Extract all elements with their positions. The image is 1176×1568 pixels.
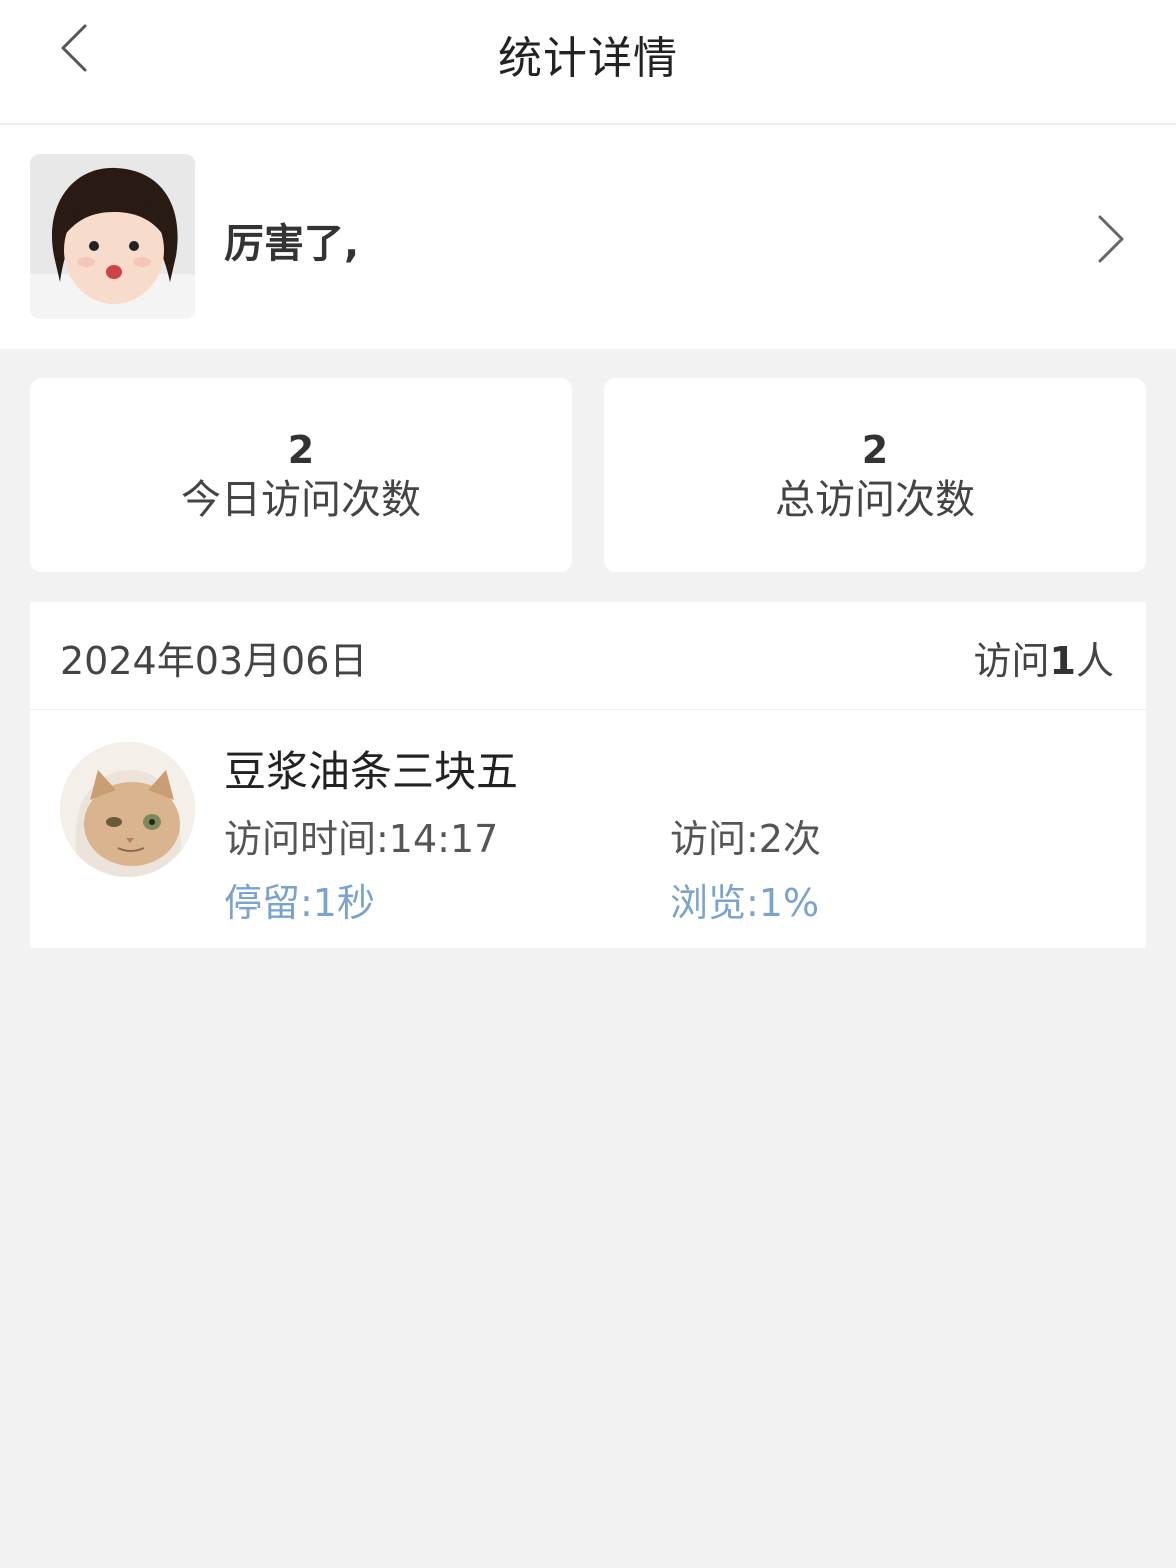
visit-time: 访问时间:14:17 (224, 817, 499, 861)
visitor-count-prefix: 访问 (973, 639, 1050, 683)
stat-value-total: 2 (861, 428, 889, 472)
visitor-count-value: 1 (1049, 639, 1076, 683)
stat-card-total: 2 总访问次数 (604, 378, 1146, 572)
visitor-avatar (60, 742, 195, 877)
page-title: 统计详情 (498, 33, 678, 84)
visit-date: 2024年03月06日 (60, 639, 368, 683)
visitor-count-suffix: 人 (1075, 639, 1114, 683)
visit-times: 访问:2次 (670, 817, 821, 861)
date-header: 2024年03月06日 访问1人 (30, 602, 1146, 710)
profile-row[interactable]: 厉害了, (0, 125, 1176, 349)
stat-card-today: 2 今日访问次数 (30, 378, 572, 572)
stat-value-today: 2 (287, 428, 315, 472)
profile-avatar (30, 154, 195, 319)
visitor-name: 豆浆油条三块五 (224, 747, 519, 796)
browse-percent: 浏览:1% (670, 881, 820, 925)
visit-list-panel: 2024年03月06日 访问1人 豆浆油条三块五 访问时间:14:17 访问:2… (30, 602, 1146, 948)
profile-name: 厉害了, (224, 221, 360, 267)
stay-duration: 停留:1秒 (224, 881, 375, 925)
stat-label-total: 总访问次数 (775, 477, 975, 523)
top-navigation-bar: 统计详情 (0, 0, 1176, 124)
stat-label-today: 今日访问次数 (181, 477, 421, 523)
visitor-count: 访问1人 (974, 630, 1114, 685)
visitor-item[interactable]: 豆浆油条三块五 访问时间:14:17 访问:2次 停留:1秒 浏览:1% (30, 712, 1146, 948)
chevron-right-icon (1098, 215, 1124, 263)
